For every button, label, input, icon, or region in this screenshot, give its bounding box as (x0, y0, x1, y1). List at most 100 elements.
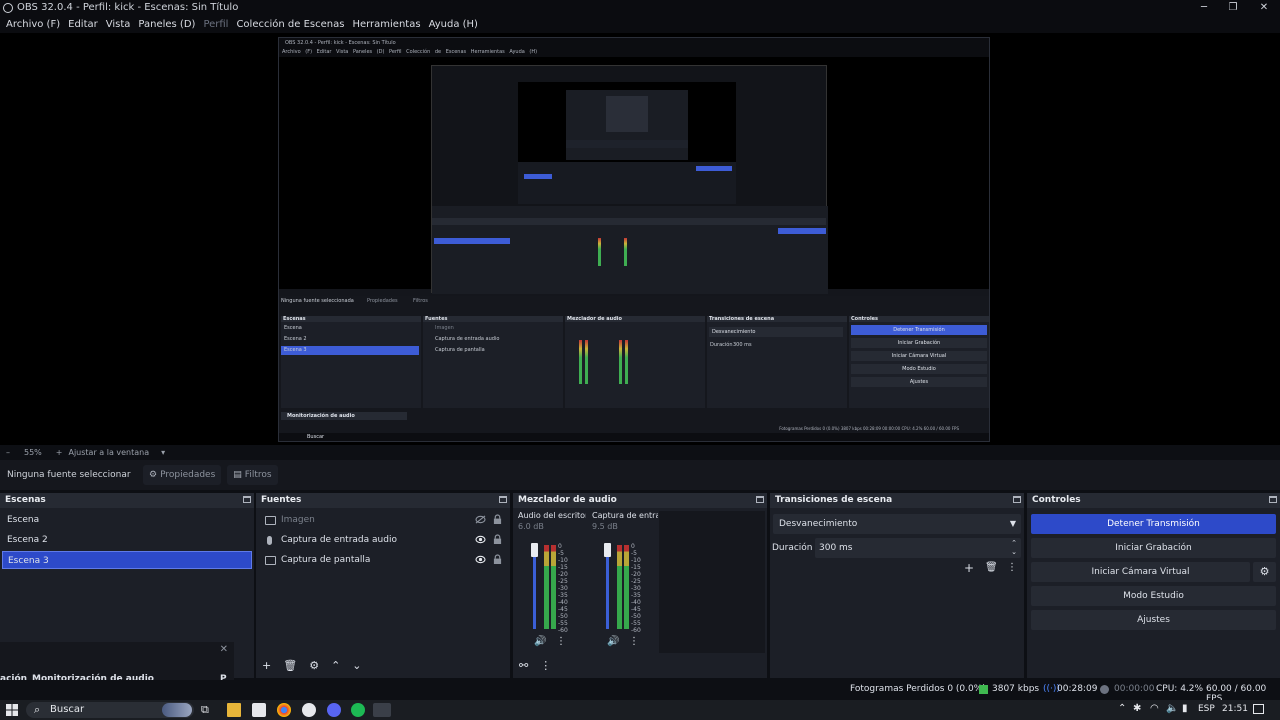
add-source-button[interactable]: + (262, 659, 271, 672)
scenes-title: Escenas (5, 495, 46, 505)
mini-mixer-header: Mezclador de audio (567, 316, 622, 322)
spotify-icon[interactable] (351, 703, 365, 717)
settings-button[interactable]: Ajustes (1031, 610, 1276, 630)
wifi-icon[interactable]: ◠ (1150, 703, 1159, 714)
eye-icon[interactable] (475, 555, 486, 564)
app-icon[interactable] (302, 703, 316, 717)
virtual-camera-settings-gear-icon[interactable]: ⚙ (1253, 562, 1276, 582)
controls-title: Controles (1032, 495, 1081, 505)
scene-item-selected[interactable]: Escena 3 (2, 551, 252, 569)
scene-item[interactable]: Escena (2, 511, 252, 529)
preview-area[interactable]: OBS 32.0.4 - Perfil: kick - Escenas: Sin… (0, 33, 1280, 445)
source-name: Captura de pantalla (281, 555, 371, 565)
studio-mode-button[interactable]: Modo Estudio (1031, 586, 1276, 606)
start-virtual-camera-button[interactable]: Iniciar Cámara Virtual (1031, 562, 1250, 582)
speaker-icon[interactable]: 🔊 (607, 636, 619, 647)
undock-icon[interactable] (243, 496, 251, 503)
scene-item[interactable]: Escena 2 (2, 531, 252, 549)
source-item-audio-input[interactable]: Captura de entrada audio (258, 531, 510, 549)
mini-transitions-dock: Transiciones de escena Desvanecimiento D… (707, 316, 847, 408)
spin-arrows-icon[interactable]: ⌃ ⌄ (1011, 539, 1017, 557)
zoom-out-button[interactable]: – (6, 448, 10, 457)
menu-paneles[interactable]: Paneles (D) (134, 19, 199, 30)
source-item-screen-capture[interactable]: Captura de pantalla (258, 551, 510, 569)
menu-perfil[interactable]: Perfil (199, 19, 232, 30)
chevron-up-icon[interactable]: ⌃ (1118, 703, 1126, 714)
more-icon[interactable]: ⋮ (540, 659, 551, 672)
volume-slider-desktop[interactable] (533, 545, 536, 629)
menu-editar[interactable]: Editar (64, 19, 102, 30)
undock-icon[interactable] (1269, 496, 1277, 503)
task-view-icon[interactable]: ⧉ (201, 703, 215, 717)
language-indicator[interactable]: ESP (1198, 704, 1215, 714)
lock-icon[interactable] (493, 534, 502, 545)
chrome-icon[interactable] (277, 703, 291, 717)
eye-slash-icon[interactable] (475, 515, 486, 524)
mini-audio-monitor: Monitorización de audio (281, 412, 407, 420)
windows-start-icon[interactable] (5, 703, 19, 717)
undock-icon[interactable] (499, 496, 507, 503)
discord-icon[interactable] (327, 703, 341, 717)
file-explorer-icon[interactable] (227, 703, 241, 717)
transition-more-button[interactable]: ⋮ (1007, 562, 1017, 573)
remove-transition-button[interactable]: 🗑 (985, 562, 998, 573)
cpu-usage: CPU: 4.2% (1156, 684, 1204, 694)
channel-db: 9.5 dB (592, 522, 618, 531)
more-icon[interactable]: ⋮ (556, 636, 566, 647)
clock[interactable]: 21:51 (1222, 704, 1248, 714)
captured-menu: Archivo (F) Editar Vista Paneles (D) Per… (279, 48, 989, 57)
microphone-tray-icon[interactable]: ▮ (1182, 703, 1188, 714)
mini-control-button: Detener Transmisión (851, 325, 987, 335)
meter-scale: 0 -5 -10 -15 -20 -25 -30 -35 -40 -45 -50 -55 -60 (558, 543, 568, 634)
taskbar-search-box[interactable]: ⌕ Buscar (26, 702, 194, 718)
obs-taskbar-icon[interactable] (373, 703, 391, 717)
source-properties-button[interactable]: ⚙ (309, 659, 319, 672)
volume-icon[interactable]: 🔈 (1166, 703, 1178, 714)
source-item-imagen[interactable]: Imagen (258, 511, 510, 529)
add-transition-button[interactable]: + (964, 561, 974, 575)
menu-coleccion-escenas[interactable]: Colección de Escenas (232, 19, 348, 30)
search-icon: ⌕ (34, 703, 41, 716)
close-button[interactable]: ✕ (1249, 0, 1279, 15)
notifications-icon[interactable] (1253, 704, 1264, 714)
menu-vista[interactable]: Vista (102, 19, 135, 30)
start-recording-button[interactable]: Iniciar Grabación (1031, 538, 1276, 558)
transitions-title: Transiciones de escena (775, 495, 893, 505)
volume-knob-desktop[interactable] (531, 543, 538, 557)
mixer-channel-input: Captura de entrada 9.5 dB (592, 511, 658, 531)
filters-button[interactable]: ▤ Filtros (227, 465, 278, 485)
eye-icon[interactable] (475, 535, 486, 544)
microphone-icon (267, 535, 272, 545)
zoom-dropdown-chevron-icon[interactable]: ▾ (161, 448, 165, 457)
volume-knob-input[interactable] (604, 543, 611, 557)
undock-icon[interactable] (756, 496, 764, 503)
duration-spinbox[interactable]: 300 ms ⌃ ⌄ (815, 538, 1021, 558)
remove-source-button[interactable]: 🗑 (283, 659, 297, 672)
captured-preview (279, 57, 989, 294)
close-icon[interactable]: ✕ (220, 644, 228, 655)
menu-herramientas[interactable]: Herramientas (348, 19, 424, 30)
zoom-fit-label[interactable]: Ajustar a la ventana (68, 448, 149, 457)
preview-canvas[interactable]: OBS 32.0.4 - Perfil: kick - Escenas: Sin… (278, 37, 990, 442)
speaker-icon[interactable]: 🔊 (534, 636, 546, 647)
bluetooth-icon[interactable]: ✱ (1133, 703, 1141, 714)
mini-sources-header: Fuentes (425, 316, 448, 322)
volume-slider-input[interactable] (606, 545, 609, 629)
captured-preview-nested (431, 65, 828, 294)
move-up-button[interactable]: ⌃ (331, 659, 340, 672)
zoom-in-button[interactable]: + (56, 448, 63, 457)
stop-streaming-button[interactable]: Detener Transmisión (1031, 514, 1276, 534)
menu-archivo[interactable]: Archivo (F) (2, 19, 64, 30)
store-icon[interactable] (252, 703, 266, 717)
link-icon[interactable]: ⚯ (519, 659, 528, 672)
transition-select[interactable]: Desvanecimiento ▼ (773, 514, 1021, 534)
undock-icon[interactable] (1013, 496, 1021, 503)
lock-icon[interactable] (493, 554, 502, 565)
menu-ayuda[interactable]: Ayuda (H) (425, 19, 482, 30)
restore-button[interactable]: ❐ (1218, 0, 1248, 15)
minimize-button[interactable]: ─ (1189, 0, 1219, 15)
move-down-button[interactable]: ⌄ (352, 659, 361, 672)
lock-icon[interactable] (493, 514, 502, 525)
more-icon[interactable]: ⋮ (629, 636, 639, 647)
properties-button[interactable]: ⚙ Propiedades (143, 465, 222, 485)
